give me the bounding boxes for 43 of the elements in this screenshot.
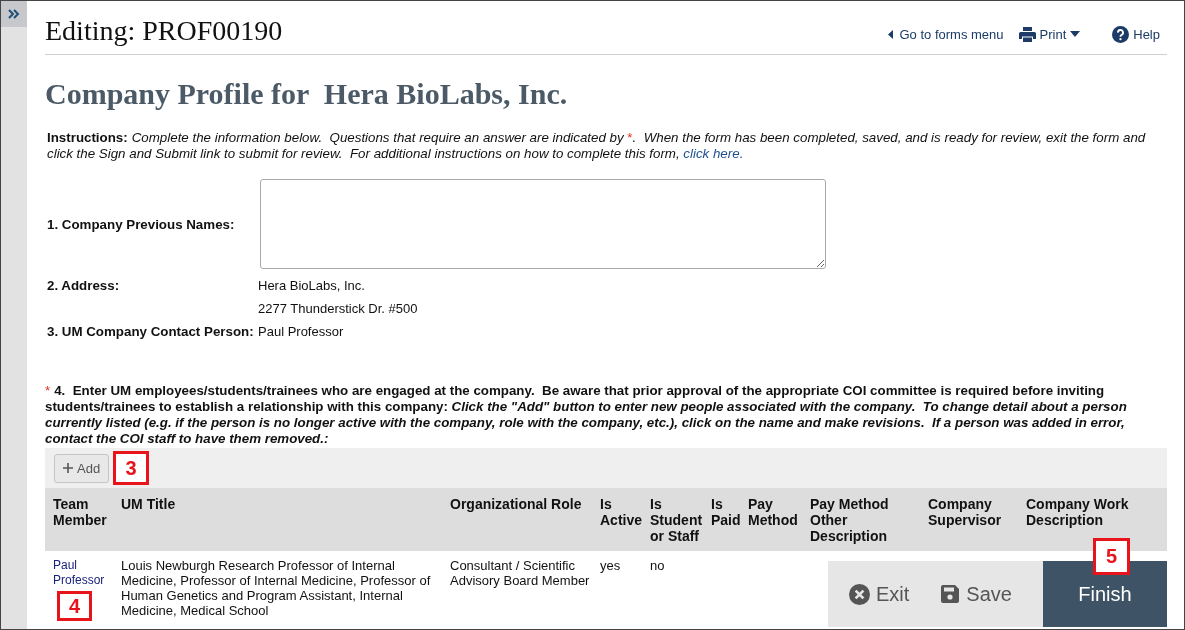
plus-icon: [63, 463, 73, 473]
field-label: 2. Address:: [47, 277, 121, 295]
person-link[interactable]: Paul Professor: [53, 558, 113, 588]
exit-button[interactable]: Exit: [839, 561, 920, 627]
question-text: * 4. Enter UM employees/students/trainees who are engaged at the company. Be aware that prior approval of the appropriate COI committee is required before inviting students/trainees to establish a relationship with this company: Click the "Add" button to enter new people associated with the company. To change detail about a person currently listed (e.g. if the person is no longer active with the company, role with the company, etc.), click on the name and make revisions. If a person was added in error, contact the COI staff to have them removed.:: [45, 383, 1128, 447]
column-header: UM Title: [120, 495, 177, 514]
column-header: Organizational Role: [449, 495, 583, 514]
help-link[interactable]: Help: [1112, 25, 1160, 43]
column-header: Company Supervisor: [927, 495, 1003, 530]
callout-number: 4: [57, 591, 92, 621]
page-heading: Editing: PROF00190: [45, 15, 283, 47]
field-label: 3. UM Company Contact Person:: [47, 323, 255, 341]
column-header: Company Work Description: [1025, 495, 1130, 530]
instructions-text: Instructions: Complete the information below. Questions that require an answer are indicated by *. When the form has been completed, saved, and is ready for review, exit the form and click the Sign and Submit link to submit for review. For additional instructions on how to complete this form, click here.: [47, 130, 1147, 162]
close-circle-icon: [849, 583, 870, 605]
company-profile-title: Company Profile for Hera BioLabs, Inc.: [45, 77, 569, 111]
field-label: 1. Company Previous Names:: [47, 215, 236, 234]
save-button[interactable]: Save: [931, 561, 1022, 627]
callout-number: 3: [113, 451, 150, 485]
printer-icon: [1018, 26, 1036, 42]
back-link[interactable]: Go to forms menu: [888, 25, 1004, 43]
field-value: Hera BioLabs, Inc.: [258, 277, 366, 295]
caret-left-icon: [888, 29, 894, 39]
print-menu-button[interactable]: Print: [1018, 25, 1081, 43]
column-header: Is Paid: [710, 495, 740, 530]
textarea-field[interactable]: [260, 179, 826, 269]
help-icon: [1112, 25, 1130, 43]
callout-number: 5: [1093, 538, 1130, 575]
expand-sidebar-button[interactable]: [1, 1, 27, 27]
column-header: Pay Method: [747, 495, 799, 530]
column-header: Is Active: [599, 495, 642, 530]
table-cell: no: [650, 558, 665, 573]
table-cell: Louis Newburgh Research Professor of Internal Medicine, Professor of Internal Medicine, Professor of Human Genetics and Program Assistant, Internal Medicine, Medical School: [121, 558, 431, 618]
field-value: 2277 Thunderstick Dr. #500: [258, 300, 418, 318]
column-header: Is Student or Staff: [649, 495, 703, 546]
table-cell: yes: [600, 558, 621, 573]
click-here-link[interactable]: click here.: [683, 146, 744, 161]
column-header: Pay Method Other Description: [809, 495, 890, 546]
table-cell: Consultant / Scientific Advisory Board Member: [450, 558, 590, 588]
column-header: Team Member: [52, 495, 108, 530]
add-button[interactable]: Add: [54, 453, 110, 483]
field-value: Paul Professor: [258, 323, 344, 341]
caret-down-icon: [1070, 31, 1081, 37]
